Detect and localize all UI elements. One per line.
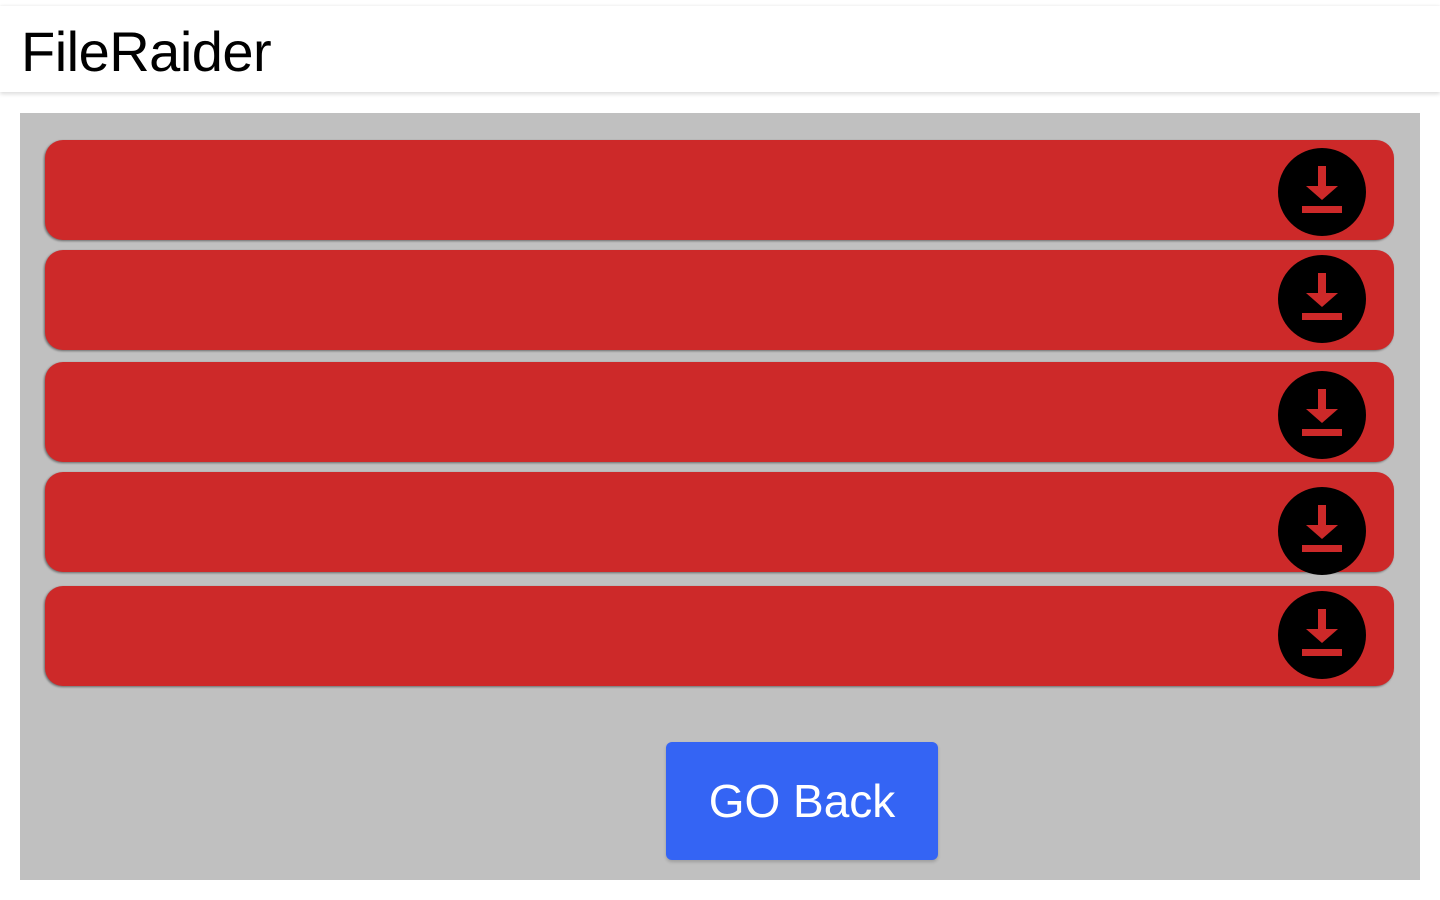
download-button[interactable] — [1278, 148, 1366, 236]
download-icon — [1302, 166, 1342, 213]
download-icon — [1302, 609, 1342, 656]
download-icon — [1302, 273, 1342, 320]
file-row-4[interactable] — [45, 472, 1394, 575]
file-row-2[interactable] — [45, 250, 1394, 350]
download-button[interactable] — [1278, 591, 1366, 679]
app-header: FileRaider — [0, 6, 1440, 92]
file-row-5[interactable] — [45, 586, 1394, 686]
download-button[interactable] — [1278, 487, 1366, 575]
download-button[interactable] — [1278, 255, 1366, 343]
file-row-3[interactable] — [45, 362, 1394, 462]
app-title: FileRaider — [21, 20, 272, 83]
download-icon — [1302, 389, 1342, 436]
download-button[interactable] — [1278, 371, 1366, 459]
download-icon — [1302, 505, 1342, 552]
file-row-1[interactable] — [45, 140, 1394, 240]
go-back-button[interactable]: GO Back — [666, 742, 938, 860]
file-list-panel: GO Back — [20, 113, 1420, 880]
